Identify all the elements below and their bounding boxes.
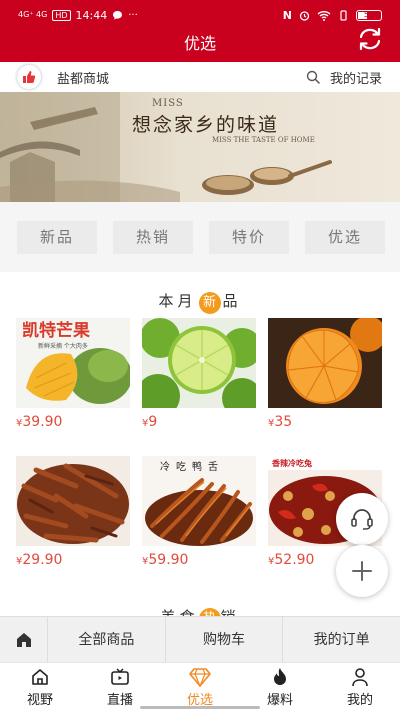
category-hot-button[interactable]: 热销	[113, 221, 193, 254]
house-icon	[32, 669, 48, 685]
thumbs-up-icon[interactable]	[17, 65, 41, 89]
tab-live[interactable]: 直播	[80, 663, 160, 711]
clock: 14:44	[75, 8, 108, 22]
app-header: 4G⁺ 4G HD 14:44 ··· N 53 优选	[0, 0, 400, 62]
refresh-icon[interactable]	[356, 26, 384, 52]
product-price: ¥39.90	[16, 414, 63, 430]
tab-mine[interactable]: 我的	[320, 663, 400, 711]
person-icon	[352, 668, 368, 687]
promo-banner[interactable]: MISS 想念家乡的味道 MISS THE TASTE OF HOME	[0, 92, 400, 202]
product-image-lime[interactable]	[142, 318, 256, 408]
alarm-icon	[299, 10, 310, 21]
more-dots: ···	[128, 9, 138, 21]
fire-icon	[274, 668, 286, 685]
customer-service-button[interactable]	[336, 493, 388, 545]
battery-indicator: 53	[356, 9, 382, 21]
mango-image-title: 凯特芒果	[22, 320, 90, 341]
tab-breaking-news[interactable]: 爆料	[240, 663, 320, 711]
diamond-icon	[189, 668, 211, 687]
shop-name[interactable]: 盐都商城	[57, 68, 109, 87]
cart-button[interactable]: 购物车	[166, 617, 284, 662]
product-price: ¥59.90	[142, 552, 189, 568]
product-price: ¥29.90	[16, 552, 63, 568]
add-button[interactable]	[336, 545, 388, 597]
product-image-mango[interactable]: 凯特芒果 新鲜采摘 个大肉多	[16, 318, 130, 408]
page-title: 优选	[183, 34, 216, 53]
product-card[interactable]: 冷吃鸭舌 ¥59.90	[142, 456, 256, 568]
category-new-button[interactable]: 新品	[17, 221, 97, 254]
home-icon	[16, 632, 31, 647]
status-bar: 4G⁺ 4G HD 14:44 ··· N 53	[18, 6, 382, 24]
category-special-button[interactable]: 特价	[209, 221, 289, 254]
product-image-dried-meat[interactable]	[16, 456, 130, 546]
shop-bar: 盐都商城 我的记录	[0, 62, 400, 92]
search-icon[interactable]	[306, 70, 320, 84]
product-card[interactable]: ¥35	[268, 318, 382, 430]
tab-vision[interactable]: 视野	[0, 663, 80, 711]
bottom-tab-bar: 视野 直播 优选 爆料 我的	[0, 662, 400, 711]
banner-miss-text: MISS	[152, 98, 184, 109]
duck-tongue-image-title: 冷吃鸭舌	[160, 460, 224, 473]
shop-home-button[interactable]	[0, 617, 48, 662]
my-record-label[interactable]: 我的记录	[330, 68, 382, 87]
mango-image-subtitle: 新鲜采摘 个大肉多	[38, 342, 88, 350]
plus-icon	[352, 561, 372, 581]
hd-badge: HD	[52, 9, 71, 21]
product-image-duck-tongue[interactable]: 冷吃鸭舌	[142, 456, 256, 546]
product-card[interactable]: ¥9	[142, 318, 256, 430]
product-price: ¥9	[142, 414, 158, 430]
all-products-button[interactable]: 全部商品	[48, 617, 166, 662]
rabbit-image-title: 香辣冷吃兔	[271, 458, 312, 468]
banner-artwork	[0, 92, 332, 202]
category-featured-button[interactable]: 优选	[305, 221, 385, 254]
nfc-icon: N	[282, 8, 292, 22]
banner-slogan: 想念家乡的味道	[132, 114, 280, 136]
shop-nav-bar: 全部商品 购物车 我的订单	[0, 616, 400, 662]
gesture-bar	[140, 706, 260, 709]
my-record-link[interactable]: 我的记录	[306, 68, 382, 87]
chat-notification-icon	[113, 10, 123, 20]
product-image-orange[interactable]	[268, 318, 382, 408]
product-price: ¥35	[268, 414, 293, 430]
tab-featured[interactable]: 优选	[160, 663, 240, 711]
section-title-new: 本月新品	[0, 290, 400, 314]
new-badge: 新	[198, 292, 221, 314]
category-panel: 新品 热销 特价 优选	[0, 202, 400, 272]
signal-indicator: 4G⁺ 4G	[18, 10, 48, 19]
vibrate-icon	[340, 9, 347, 21]
my-orders-button[interactable]: 我的订单	[283, 617, 400, 662]
wifi-icon	[317, 10, 331, 21]
tv-icon	[111, 668, 129, 685]
banner-subtitle: MISS THE TASTE OF HOME	[212, 136, 315, 144]
product-card[interactable]: ¥29.90	[16, 456, 130, 568]
headset-icon	[351, 509, 373, 530]
product-card[interactable]: 凯特芒果 新鲜采摘 个大肉多 ¥39.90	[16, 318, 130, 430]
